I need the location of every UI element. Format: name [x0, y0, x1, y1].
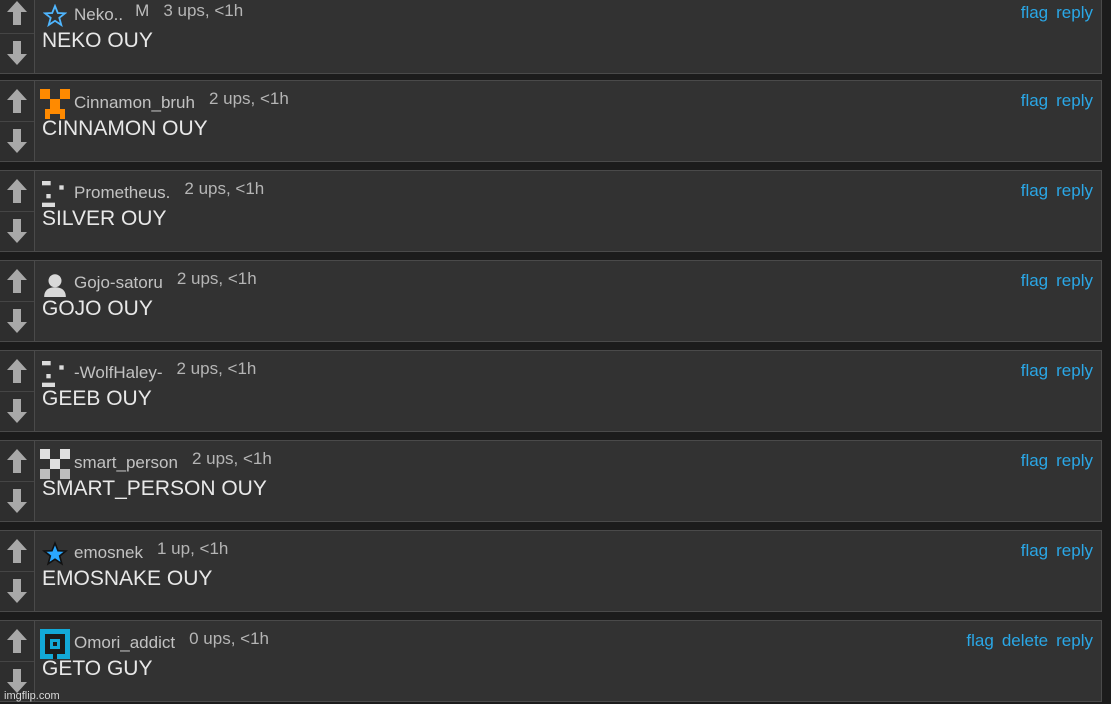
vote-column	[0, 81, 35, 161]
comment: -WolfHaley- 2 ups, <1h flag reply GEEB OU…	[0, 350, 1102, 432]
vote-count-time: 2 ups, <1h	[176, 269, 257, 288]
star-outline-icon[interactable]	[40, 1, 70, 31]
vote-column	[0, 261, 35, 341]
downvote-button[interactable]	[0, 33, 34, 73]
flag-link[interactable]: flag	[1021, 3, 1048, 23]
comment-header: Prometheus. 2 ups, <1h	[40, 177, 265, 207]
blue-square-avatar-icon[interactable]	[40, 629, 70, 659]
downvote-button[interactable]	[0, 481, 34, 521]
comment-actions: flag reply	[1021, 359, 1093, 383]
vote-count-time: 2 ups, <1h	[176, 359, 257, 378]
comment: smart_person 2 ups, <1h flag reply SMART_…	[0, 440, 1102, 522]
vote-column	[0, 0, 35, 73]
username[interactable]: Prometheus.	[74, 183, 170, 203]
comment: emosnek 1 up, <1h flag reply EMOSNAKE OUY	[0, 530, 1102, 612]
upvote-button[interactable]	[0, 0, 34, 34]
reply-link[interactable]: reply	[1056, 361, 1093, 381]
downvote-button[interactable]	[0, 301, 34, 341]
checker-pixel-avatar-icon[interactable]	[40, 449, 70, 479]
reply-link[interactable]: reply	[1056, 451, 1093, 471]
comment-header: Gojo-satoru 2 ups, <1h	[40, 267, 257, 297]
comment-actions: flag delete reply	[966, 629, 1093, 653]
vote-count-time: 3 ups, <1h	[163, 1, 244, 20]
reply-link[interactable]: reply	[1056, 631, 1093, 651]
reply-link[interactable]: reply	[1056, 541, 1093, 561]
comment-header: Neko.. M 3 ups, <1h	[40, 0, 244, 28]
comment-text: GEEB OUY	[42, 387, 152, 410]
comment-header: -WolfHaley- 2 ups, <1h	[40, 357, 257, 387]
username[interactable]: emosnek	[74, 543, 143, 563]
upvote-button[interactable]	[0, 261, 34, 302]
upvote-button[interactable]	[0, 171, 34, 212]
downvote-button[interactable]	[0, 211, 34, 251]
comment-header: Cinnamon_bruh 2 ups, <1h	[40, 87, 289, 119]
comment: Prometheus. 2 ups, <1h flag reply SILVER …	[0, 170, 1102, 252]
reply-link[interactable]: reply	[1056, 3, 1093, 23]
comment-text: NEKO OUY	[42, 29, 153, 52]
comment-actions: flag reply	[1021, 539, 1093, 563]
flag-link[interactable]: flag	[1021, 181, 1048, 201]
delete-link[interactable]: delete	[1002, 631, 1048, 651]
comment-actions: flag reply	[1021, 449, 1093, 473]
username[interactable]: Gojo-satoru	[74, 273, 163, 293]
comment-text: CINNAMON OUY	[42, 117, 208, 140]
upvote-button[interactable]	[0, 441, 34, 482]
comment-header: smart_person 2 ups, <1h	[40, 447, 272, 479]
vote-count-time: 2 ups, <1h	[184, 179, 265, 198]
comment-header: emosnek 1 up, <1h	[40, 537, 229, 566]
username[interactable]: Omori_addict	[74, 633, 175, 653]
mod-badge: M	[135, 1, 150, 20]
flag-link[interactable]: flag	[1021, 91, 1048, 111]
vote-column	[0, 351, 35, 431]
vote-column	[0, 171, 35, 251]
flag-link[interactable]: flag	[1021, 451, 1048, 471]
comment-actions: flag reply	[1021, 89, 1093, 113]
upvote-button[interactable]	[0, 531, 34, 572]
comment-actions: flag reply	[1021, 179, 1093, 203]
vote-count-time: 2 ups, <1h	[191, 449, 272, 468]
username[interactable]: Neko..	[74, 5, 123, 25]
comment: Cinnamon_bruh 2 ups, <1h flag reply CINNA…	[0, 80, 1102, 162]
username[interactable]: Cinnamon_bruh	[74, 93, 195, 113]
vote-count-time: 0 ups, <1h	[189, 629, 269, 648]
comment: Gojo-satoru 2 ups, <1h flag reply GOJO OU…	[0, 260, 1102, 342]
upvote-button[interactable]	[0, 81, 34, 122]
vote-column	[0, 531, 35, 611]
username[interactable]: -WolfHaley-	[74, 363, 162, 383]
comment-text: GETO GUY	[42, 657, 153, 680]
comment: Neko.. M 3 ups, <1h flag reply NEKO OUY	[0, 0, 1102, 74]
comment-text: SMART_PERSON OUY	[42, 477, 267, 500]
reply-link[interactable]: reply	[1056, 91, 1093, 111]
comment-header: Omori_addict 0 ups, <1h	[40, 627, 269, 659]
username[interactable]: smart_person	[74, 453, 178, 473]
upvote-button[interactable]	[0, 351, 34, 392]
comment-actions: flag reply	[1021, 269, 1093, 293]
white-pixel-face-icon[interactable]	[40, 359, 70, 389]
comment-text: GOJO OUY	[42, 297, 153, 320]
reply-link[interactable]: reply	[1056, 181, 1093, 201]
flag-link[interactable]: flag	[966, 631, 993, 651]
flag-link[interactable]: flag	[1021, 361, 1048, 381]
comment-text: SILVER OUY	[42, 207, 167, 230]
vote-count-time: 1 up, <1h	[156, 539, 229, 558]
downvote-button[interactable]	[0, 391, 34, 431]
flag-link[interactable]: flag	[1021, 271, 1048, 291]
white-pixel-face-icon[interactable]	[40, 179, 70, 209]
vote-count-time: 2 ups, <1h	[208, 89, 289, 108]
orange-pixel-avatar-icon[interactable]	[40, 89, 70, 119]
comment-actions: flag reply	[1021, 1, 1093, 25]
reply-link[interactable]: reply	[1056, 271, 1093, 291]
vote-column	[0, 441, 35, 521]
upvote-button[interactable]	[0, 621, 34, 662]
vote-column	[0, 621, 35, 701]
imgflip-watermark: imgflip.com	[4, 690, 60, 702]
comment-text: EMOSNAKE OUY	[42, 567, 213, 590]
downvote-button[interactable]	[0, 571, 34, 611]
comment: Omori_addict 0 ups, <1h flag delete reply …	[0, 620, 1102, 702]
blue-star-icon[interactable]	[40, 539, 70, 569]
user-silhouette-icon[interactable]	[40, 269, 70, 299]
downvote-button[interactable]	[0, 121, 34, 161]
flag-link[interactable]: flag	[1021, 541, 1048, 561]
